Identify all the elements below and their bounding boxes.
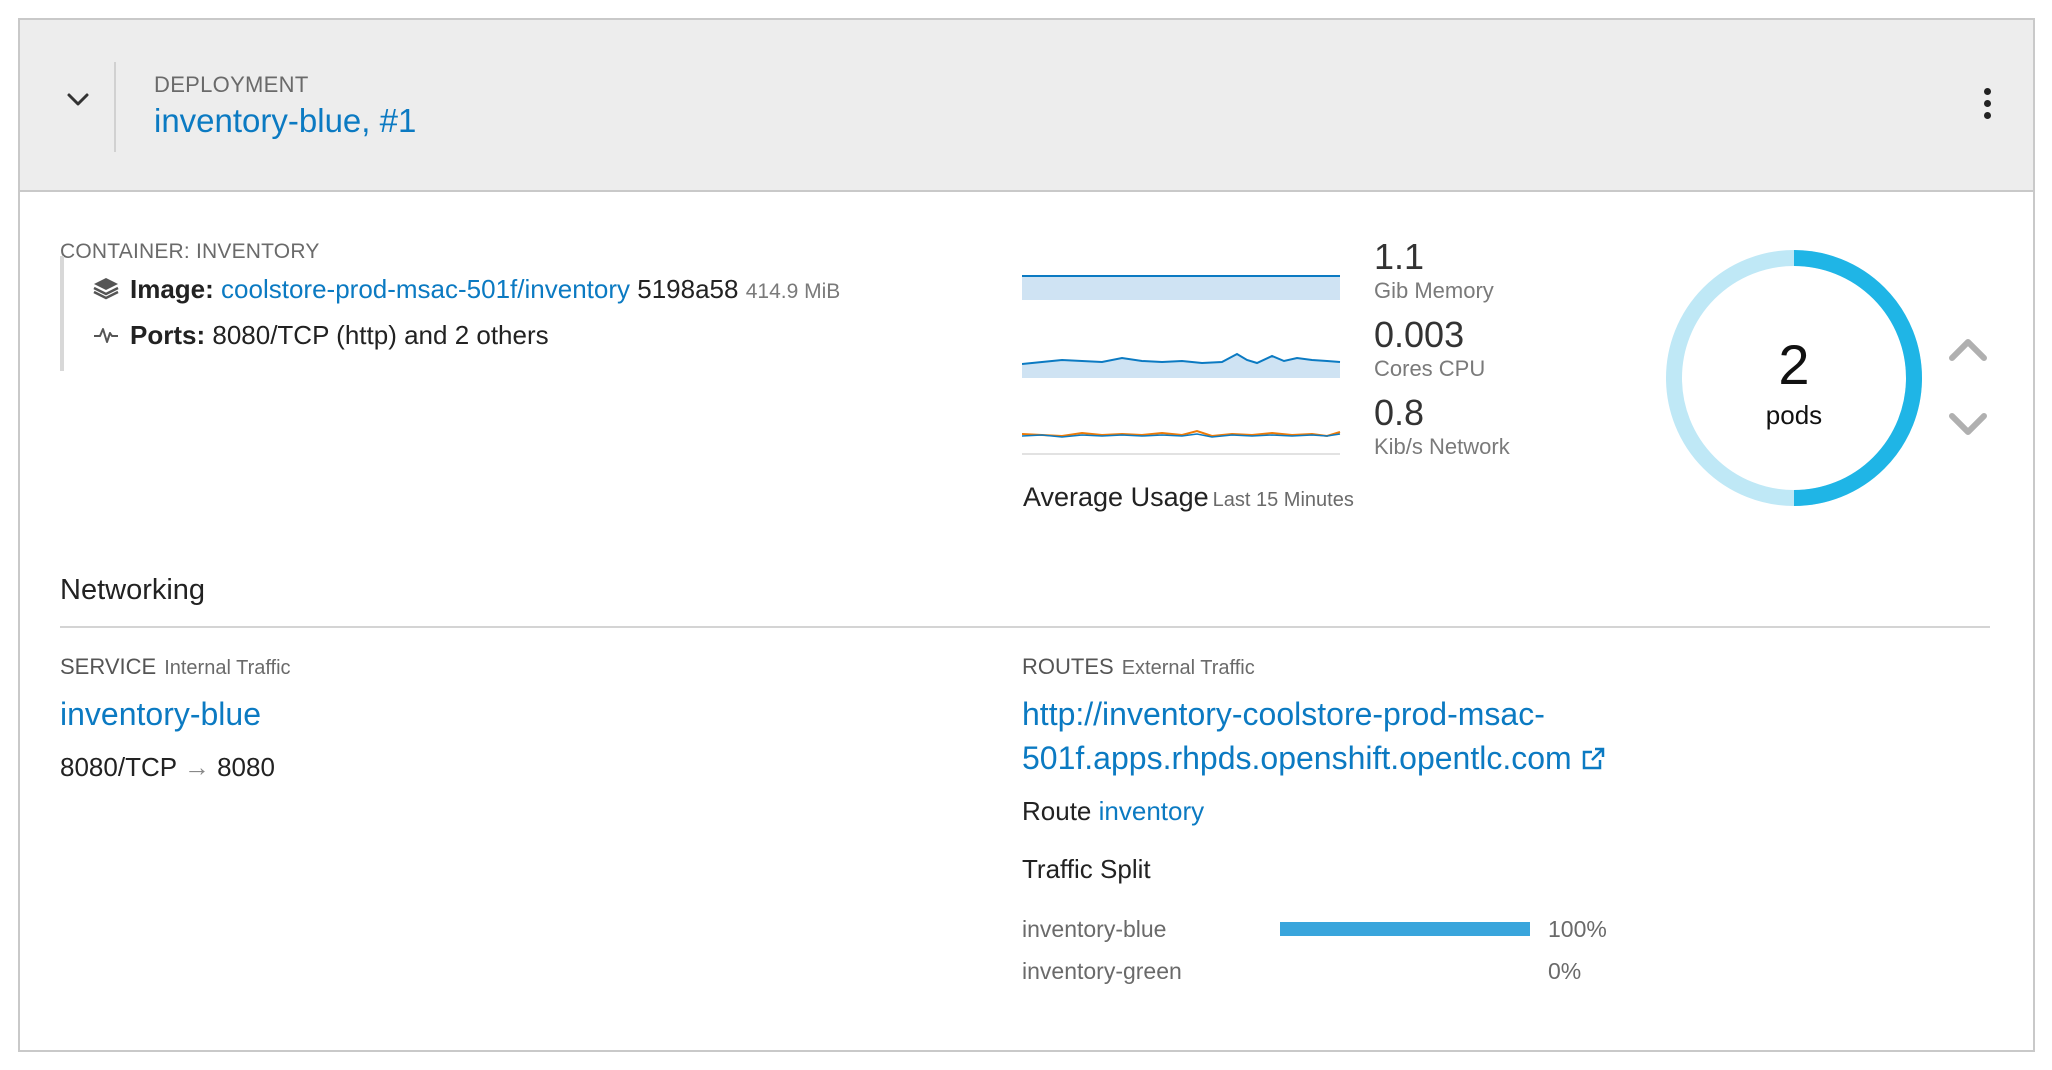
- deployment-header: DEPLOYMENT inventory-blue, #1: [20, 20, 2033, 192]
- scale-up-icon[interactable]: [1944, 330, 1992, 370]
- pods-donut: 2 pods: [1660, 244, 1928, 512]
- split-bar-fill-blue: [1280, 922, 1530, 936]
- routes-header-sub: External Traffic: [1121, 657, 1255, 679]
- memory-sparkline: [1022, 275, 1340, 300]
- ports-line: Ports: 8080/TCP (http) and 2 others: [92, 320, 549, 353]
- ports-value: 8080/TCP (http) and 2 others: [212, 320, 549, 350]
- scale-down-icon[interactable]: [1944, 404, 1992, 444]
- split-bar-blue: [1280, 922, 1530, 936]
- deployment-type-label: DEPLOYMENT: [154, 72, 309, 97]
- image-line: Image: coolstore-prod-msac-501f/inventor…: [92, 274, 840, 307]
- network-unit: Kib/s Network: [1374, 434, 1510, 459]
- split-percent-green: 0%: [1548, 958, 1582, 984]
- container-info: Image: coolstore-prod-msac-501f/inventor…: [60, 256, 840, 371]
- image-label: Image:: [130, 274, 214, 304]
- service-header-sub: Internal Traffic: [164, 657, 291, 679]
- networking-title: Networking: [60, 574, 206, 606]
- image-size: 414.9 MiB: [745, 280, 841, 303]
- cpu-value: 0.003: [1374, 314, 1465, 355]
- pod-label: pods: [1765, 400, 1823, 430]
- image-hash: 5198a58: [637, 274, 739, 304]
- split-bar-green: [1280, 964, 1530, 978]
- cpu-sparkline: [1022, 352, 1341, 378]
- pulse-icon: [92, 322, 120, 353]
- route-url-line1: http://inventory-coolstore-prod-msac-: [1022, 696, 1545, 732]
- traffic-split-title: Traffic Split: [1022, 854, 1151, 884]
- network-value: 0.8: [1374, 392, 1425, 433]
- layers-icon: [92, 276, 120, 307]
- average-usage-title: Average Usage: [1023, 482, 1209, 512]
- average-usage-sub: Last 15 Minutes: [1212, 489, 1354, 511]
- route-label: Route: [1022, 796, 1092, 826]
- external-link-icon[interactable]: [1580, 739, 1606, 783]
- arrow-right-icon: →: [183, 752, 210, 782]
- service-ports: 8080/TCP → 8080: [60, 752, 275, 783]
- pod-count: 2: [1778, 333, 1810, 396]
- deployment-title: inventory-blue, #1: [154, 102, 416, 140]
- split-name-green: inventory-green: [1022, 958, 1182, 984]
- average-usage-label: Average Usage Last 15 Minutes: [1023, 482, 1354, 513]
- deployment-card: DEPLOYMENT inventory-blue, #1: [18, 18, 2035, 1052]
- split-name-blue: inventory-blue: [1022, 916, 1167, 942]
- memory-value: 1.1: [1374, 236, 1425, 277]
- routes-header-label: ROUTES: [1022, 654, 1114, 679]
- service-header: SERVICE Internal Traffic: [60, 654, 291, 680]
- route-line: Route inventory: [1022, 796, 1204, 827]
- title-separator: ,: [361, 102, 380, 139]
- deployment-revision-link[interactable]: #1: [380, 102, 417, 139]
- deployment-name-link[interactable]: inventory-blue: [154, 102, 361, 139]
- service-header-label: SERVICE: [60, 654, 157, 679]
- cpu-unit: Cores CPU: [1374, 356, 1486, 381]
- route-name-link[interactable]: inventory: [1099, 796, 1205, 826]
- chevron-down-icon[interactable]: [60, 82, 96, 118]
- container-section-label: CONTAINER: INVENTORY: [60, 240, 320, 263]
- kebab-menu-icon[interactable]: [1981, 88, 1993, 128]
- header-divider: [114, 62, 116, 152]
- service-port-to: 8080: [217, 752, 275, 782]
- service-port-from: 8080/TCP: [60, 752, 177, 782]
- network-sparkline: [1022, 429, 1341, 455]
- route-url-line2: 501f.apps.rhpds.openshift.opentlc.com: [1022, 740, 1572, 776]
- memory-unit: Gib Memory: [1374, 278, 1494, 303]
- route-url-link[interactable]: http://inventory-coolstore-prod-msac- 50…: [1022, 692, 1742, 783]
- ports-label: Ports:: [130, 320, 206, 350]
- networking-divider: [60, 626, 1990, 628]
- split-percent-blue: 100%: [1548, 916, 1607, 942]
- routes-header: ROUTES External Traffic: [1022, 654, 1255, 680]
- image-link[interactable]: coolstore-prod-msac-501f/inventory: [221, 274, 630, 304]
- service-link[interactable]: inventory-blue: [60, 692, 261, 736]
